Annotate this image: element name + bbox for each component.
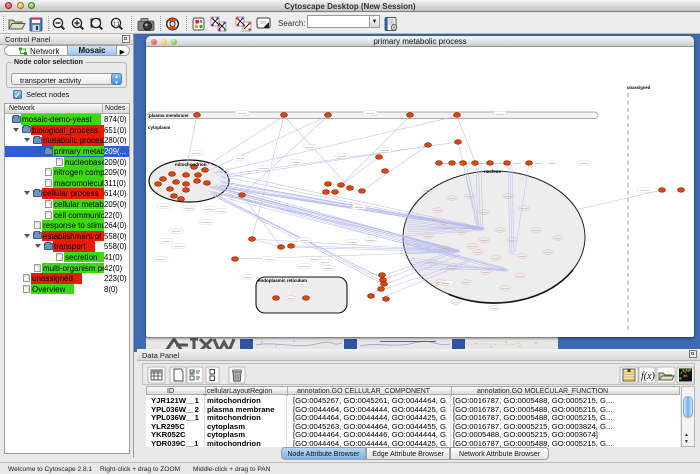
svg-text:mitochondrion: mitochondrion	[175, 162, 207, 167]
svg-text:f(x): f(x)	[641, 371, 656, 382]
svg-text:nucleus: nucleus	[484, 169, 502, 174]
svg-text:1:1: 1:1	[113, 21, 120, 27]
svg-text:endoplasmic reticulum: endoplasmic reticulum	[258, 278, 307, 283]
svg-text:unassigned: unassigned	[627, 85, 651, 90]
svg-text:plasma membrane: plasma membrane	[149, 113, 189, 118]
svg-text:cytoplasm: cytoplasm	[148, 125, 170, 130]
